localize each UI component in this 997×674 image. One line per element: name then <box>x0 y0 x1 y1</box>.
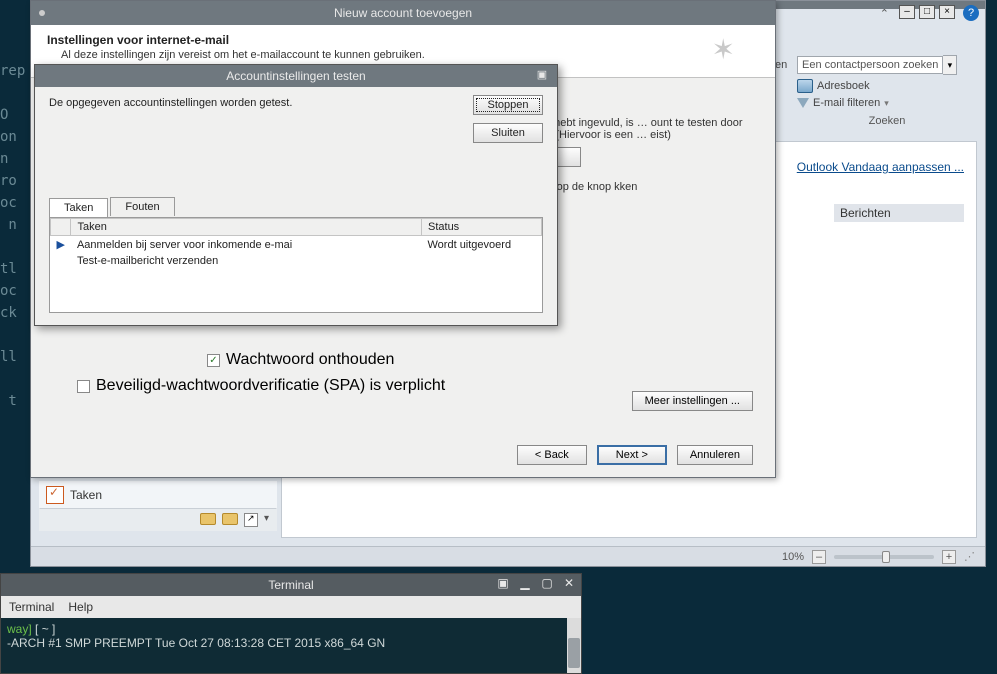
status-cell <box>422 253 542 269</box>
close-dialog-button[interactable]: Sluiten <box>473 123 543 143</box>
terminal-max-icon[interactable]: ▢ <box>539 576 555 592</box>
nav-tasks[interactable]: Taken <box>39 481 277 509</box>
test-account-settings-dialog: Accountinstellingen testen ▣ De opgegeve… <box>34 64 558 326</box>
search-contact-input[interactable]: Een contactpersoon zoeken <box>797 56 943 74</box>
nav-tasks-label: Taken <box>70 488 102 502</box>
zoom-out-button[interactable]: – <box>812 550 826 564</box>
zoom-thumb[interactable] <box>882 551 890 563</box>
addressbook-label: Adresboek <box>817 80 870 92</box>
filter-email-button[interactable]: E-mail filteren ▾ <box>797 97 977 109</box>
wizard-subheading: Al deze instellingen zijn vereist om het… <box>61 49 759 61</box>
tasks-icon <box>46 486 64 504</box>
terminal-close-icon[interactable]: ✕ <box>561 576 577 592</box>
task-cell: Aanmelden bij server voor inkomende e-ma… <box>71 236 422 254</box>
wizard-nav-buttons: < Back Next > Annuleren <box>517 445 753 465</box>
funnel-icon <box>797 98 809 108</box>
status-bar: 10% – + ⋰ <box>31 546 985 566</box>
berichten-header: Berichten <box>834 204 964 222</box>
ribbon-section-label: Zoeken <box>797 115 977 127</box>
test-dialog-titlebar[interactable]: Accountinstellingen testen ▣ <box>35 65 557 87</box>
customize-outlook-today-link[interactable]: Outlook Vandaag aanpassen ... <box>797 160 964 174</box>
spa-row[interactable]: Beveiligd-wachtwoordverificatie (SPA) is… <box>77 377 445 395</box>
checkbox-checked-icon[interactable]: ✓ <box>207 354 220 367</box>
test-dialog-title: Accountinstellingen testen <box>226 69 365 83</box>
cancel-button[interactable]: Annuleren <box>677 445 753 465</box>
chevron-down-icon: ▾ <box>884 98 889 109</box>
zoom-percent: 10% <box>782 551 804 563</box>
addressbook-button[interactable]: Adresboek <box>797 79 977 93</box>
addressbook-icon <box>797 79 813 93</box>
tab-tasks[interactable]: Taken <box>49 198 108 217</box>
checkbox-unchecked-icon[interactable] <box>77 380 90 393</box>
minimize-button[interactable]: – <box>899 5 915 19</box>
wizard-titlebar[interactable]: Nieuw account toevoegen <box>31 1 775 25</box>
tab-errors[interactable]: Fouten <box>110 197 174 216</box>
zoom-in-button[interactable]: + <box>942 550 956 564</box>
window-controls: ⌃ – □ × ? <box>880 5 979 21</box>
scrollbar-thumb[interactable] <box>568 638 580 668</box>
tasks-table: Taken Status ▶ Aanmelden bij server voor… <box>50 218 542 269</box>
nav-overflow-icon[interactable]: ▾ <box>264 513 269 527</box>
nav-bottom: Taken ▾ <box>39 481 277 531</box>
remember-password-label: Wachtwoord onthouden <box>226 351 394 369</box>
terminal-titlebar[interactable]: Terminal ▣ ▁ ▢ ✕ <box>1 574 581 596</box>
search-contact-dropdown-icon[interactable]: ▾ <box>943 55 957 75</box>
filter-email-label: E-mail filteren <box>813 97 880 109</box>
help-icon[interactable]: ? <box>963 5 979 21</box>
terminal-title-text: Terminal <box>268 578 313 592</box>
shortcut-icon[interactable] <box>244 513 258 527</box>
status-cell: Wordt uitgevoerd <box>422 236 542 254</box>
resize-grip-icon[interactable]: ⋰ <box>964 550 975 563</box>
pin-icon[interactable]: ▣ <box>535 68 549 82</box>
table-header-row: Taken Status <box>51 219 542 236</box>
col-status[interactable]: Status <box>422 219 542 236</box>
zoom-slider[interactable] <box>834 555 934 559</box>
terminal-menubar: Terminal Help <box>1 596 581 618</box>
maximize-button[interactable]: □ <box>919 5 935 19</box>
terminal-window: Terminal ▣ ▁ ▢ ✕ Terminal Help way] [ ~ … <box>0 573 582 674</box>
table-row: ▶ Aanmelden bij server voor inkomende e-… <box>51 236 542 254</box>
folder-icon-2[interactable] <box>222 513 238 525</box>
terminal-output[interactable]: way] [ ~ ] -ARCH #1 SMP PREEMPT Tue Oct … <box>1 618 581 674</box>
wizard-title-text: Nieuw account toevoegen <box>334 6 472 20</box>
test-dialog-message: De opgegeven accountinstellingen worden … <box>49 97 543 109</box>
next-button[interactable]: Next > <box>597 445 667 465</box>
active-row-icon: ▶ <box>51 236 71 254</box>
back-button[interactable]: < Back <box>517 445 587 465</box>
task-cell: Test-e-mailbericht verzenden <box>71 253 422 269</box>
col-tasks[interactable]: Taken <box>71 219 422 236</box>
terminal-pin-icon[interactable]: ▣ <box>495 576 511 592</box>
ribbon-search-group: Een contactpersoon zoeken▾ Adresboek E-m… <box>797 55 977 127</box>
close-button[interactable]: × <box>939 5 955 19</box>
wizard-heading: Instellingen voor internet-e-mail <box>47 33 759 47</box>
tasks-panel: Taken Status ▶ Aanmelden bij server voor… <box>49 217 543 313</box>
test-dialog-tabs: Taken Fouten <box>49 197 175 216</box>
remember-password-row[interactable]: ✓ Wachtwoord onthouden <box>207 351 394 369</box>
terminal-scrollbar[interactable] <box>567 618 581 673</box>
terminal-min-icon[interactable]: ▁ <box>517 576 533 592</box>
desktop-terminal-peek: rep O on n ro oc n tl oc ck ll t <box>0 0 30 560</box>
menu-help[interactable]: Help <box>68 600 93 614</box>
more-settings-button[interactable]: Meer instellingen ... <box>632 391 753 411</box>
window-menu-icon[interactable] <box>39 10 45 16</box>
ribbon-collapse-icon[interactable]: ⌃ <box>880 7 889 21</box>
stop-button[interactable]: Stoppen <box>473 95 543 115</box>
spa-label: Beveiligd-wachtwoordverificatie (SPA) is… <box>96 377 445 395</box>
folder-icon[interactable] <box>200 513 216 525</box>
cursor-decor-icon: ✶ <box>712 33 735 66</box>
menu-terminal[interactable]: Terminal <box>9 600 54 614</box>
nav-tray: ▾ <box>39 509 277 531</box>
table-row: Test-e-mailbericht verzenden <box>51 253 542 269</box>
